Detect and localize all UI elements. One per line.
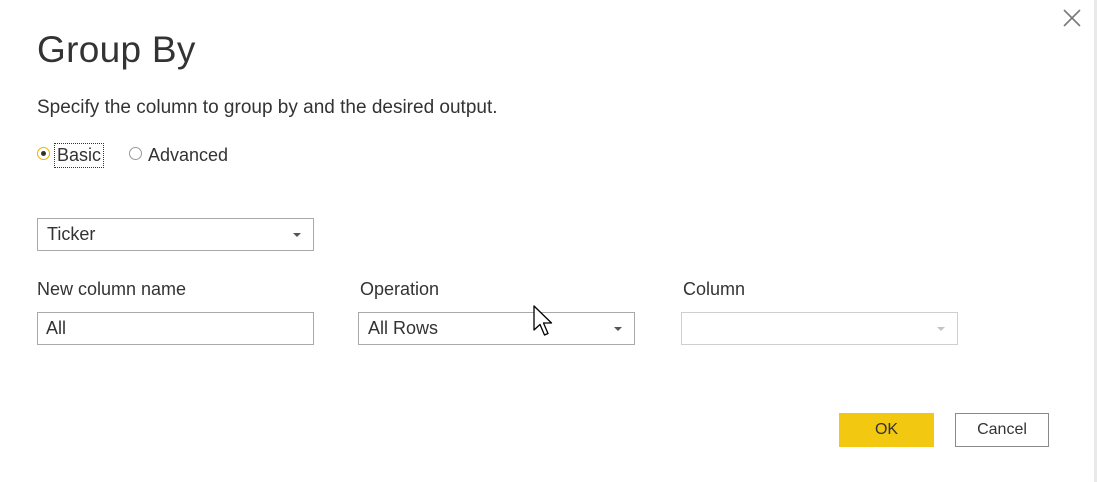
dialog-title: Group By xyxy=(37,29,196,70)
cancel-button[interactable]: Cancel xyxy=(955,413,1049,447)
ok-button[interactable]: OK xyxy=(839,413,934,447)
chevron-down-icon xyxy=(937,327,945,331)
group-by-column-value: Ticker xyxy=(47,224,96,244)
dialog-subtitle: Specify the column to group by and the d… xyxy=(37,97,498,118)
group-by-column-select[interactable]: Ticker xyxy=(37,218,314,251)
advanced-radio-label: Advanced xyxy=(148,144,229,165)
chevron-down-icon xyxy=(614,327,622,331)
operation-value: All Rows xyxy=(368,318,439,338)
operation-select[interactable]: All Rows xyxy=(358,312,635,345)
chevron-down-icon xyxy=(293,233,301,237)
advanced-radio[interactable]: Advanced xyxy=(129,141,228,169)
basic-radio[interactable]: Basic xyxy=(37,141,105,169)
radio-selected-icon xyxy=(37,147,50,160)
new-column-name-input[interactable] xyxy=(37,312,314,345)
basic-radio-label: Basic xyxy=(53,142,105,168)
new-column-name-label: New column name xyxy=(37,279,187,299)
operation-label: Operation xyxy=(360,279,440,299)
column-select[interactable] xyxy=(681,312,958,345)
column-label: Column xyxy=(683,279,746,299)
radio-unselected-icon xyxy=(129,147,142,160)
close-icon[interactable] xyxy=(1060,6,1084,30)
group-by-dialog: Group By Specify the column to group by … xyxy=(0,0,1097,482)
